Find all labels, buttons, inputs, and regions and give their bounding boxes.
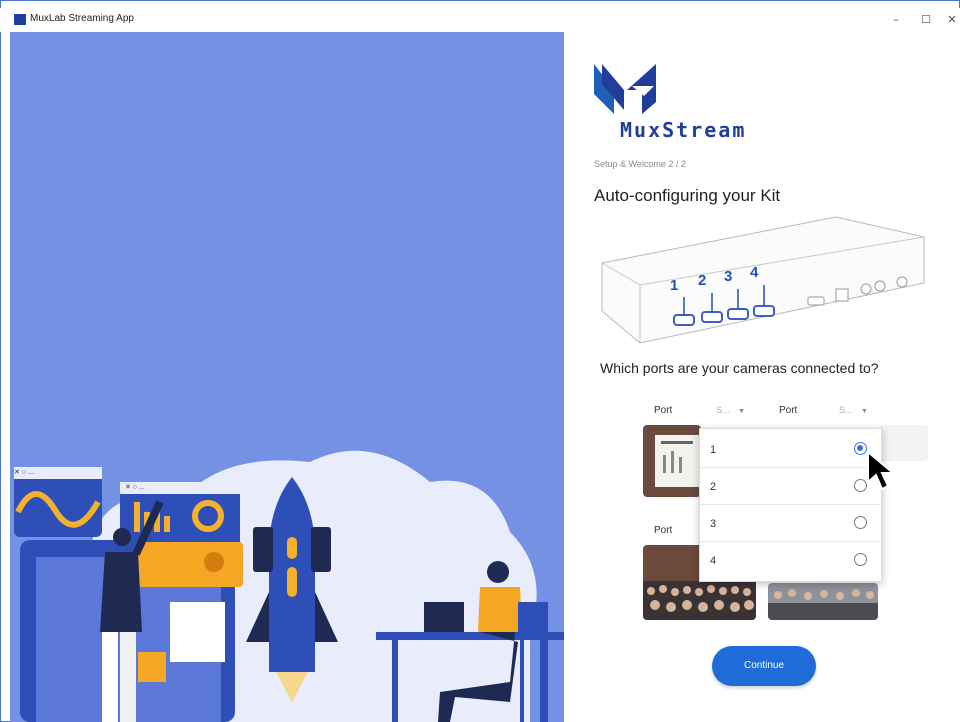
port-select[interactable]: S... ▼ <box>839 405 868 415</box>
person-head <box>113 528 131 546</box>
ports-question: Which ports are your cameras connected t… <box>600 360 879 376</box>
continue-button[interactable]: Continue <box>712 646 816 686</box>
illustration-panel: ✕ ○ ... ✕ ○ ... <box>10 32 564 722</box>
device-port-label: 4 <box>750 264 759 281</box>
port-label: Port <box>779 405 798 416</box>
dropdown-option[interactable]: 2 <box>700 468 881 505</box>
device-port-label: 3 <box>724 268 733 285</box>
option-label: 2 <box>710 481 717 493</box>
app-icon <box>14 14 26 25</box>
chevron-down-icon: ▼ <box>861 408 868 415</box>
port-select-value: S... <box>839 405 853 415</box>
window-title: MuxLab Streaming App <box>30 13 134 24</box>
port-label: Port <box>654 525 673 536</box>
startup-illustration <box>14 450 564 722</box>
port-select-value: S... <box>716 405 730 415</box>
muxstream-logo <box>592 62 662 122</box>
mouse-cursor-icon <box>866 449 898 497</box>
option-label: 3 <box>710 518 717 530</box>
dropdown-option[interactable]: 3 <box>700 505 881 542</box>
device-port-label: 2 <box>698 272 707 289</box>
port-dropdown-menu: 1 2 3 4 <box>699 428 882 582</box>
port-select[interactable]: S... ▼ <box>716 405 745 415</box>
minimize-button[interactable]: – <box>884 10 908 30</box>
dropdown-option[interactable]: 4 <box>700 542 881 579</box>
woman-head <box>487 561 509 583</box>
brand-name: MuxStream <box>620 118 747 142</box>
chevron-down-icon: ▼ <box>738 408 745 415</box>
page-title: Auto-configuring your Kit <box>594 186 781 205</box>
desk <box>376 632 564 640</box>
title-bar: MuxLab Streaming App – ☐ ✕ <box>0 8 960 32</box>
analytics-window-controls: ✕ ○ ... <box>125 484 145 491</box>
close-button[interactable]: ✕ <box>940 10 960 30</box>
camera-thumbnail[interactable] <box>768 583 878 620</box>
device-port-label: 1 <box>670 277 679 294</box>
camera-thumbnail[interactable] <box>643 425 701 497</box>
option-label: 4 <box>710 555 717 567</box>
setup-step-indicator: Setup & Welcome 2 / 2 <box>594 159 686 169</box>
radio-unselected[interactable] <box>854 553 867 566</box>
dropdown-option[interactable]: 1 <box>700 431 881 468</box>
maximize-button[interactable]: ☐ <box>914 10 938 30</box>
radio-unselected[interactable] <box>854 516 867 529</box>
port-label: Port <box>654 405 673 416</box>
device-illustration: 1 2 3 4 <box>594 215 930 350</box>
chart-window-controls: ✕ ○ ... <box>14 469 34 476</box>
option-label: 1 <box>710 444 717 456</box>
